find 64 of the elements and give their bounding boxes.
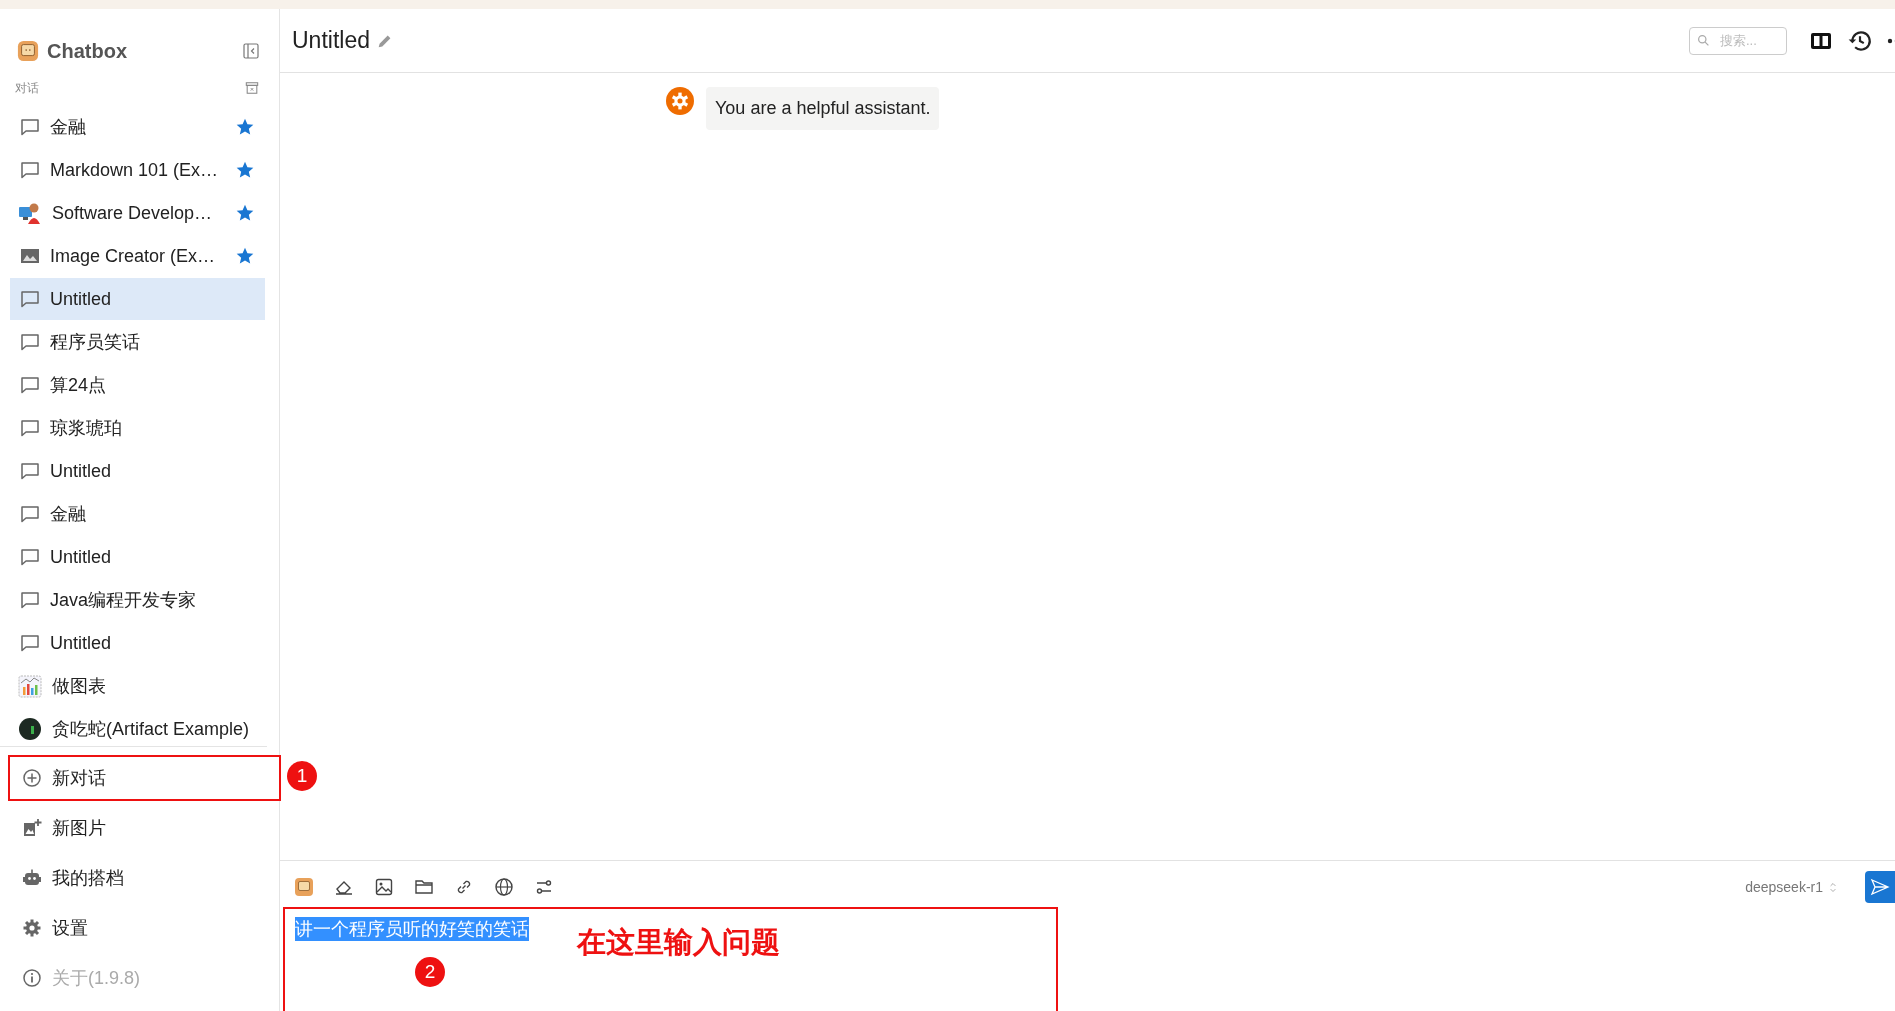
section-label: 对话 (15, 79, 39, 97)
chatbox-logo-icon[interactable] (294, 877, 314, 897)
conversation-title: Untitled (292, 27, 370, 54)
add-image-icon (22, 818, 42, 838)
chat-bubble-icon (20, 590, 40, 610)
send-button[interactable] (1865, 871, 1895, 903)
step-number-marker: 2 (415, 957, 445, 987)
conversation-item[interactable]: 做图表 (10, 665, 265, 707)
annotation-text: 在这里输入问题 (577, 925, 780, 960)
conversation-item[interactable]: 琼浆琥珀 (10, 407, 265, 449)
star-icon[interactable] (235, 160, 255, 180)
conversation-item[interactable]: Untitled (10, 622, 265, 664)
sliders-icon[interactable] (534, 877, 554, 897)
settings-icon (22, 918, 42, 938)
chat-bubble-icon (20, 418, 40, 438)
chatbox-logo-icon (17, 40, 39, 62)
conversation-item[interactable]: 金融 (10, 106, 265, 148)
globe-icon[interactable] (494, 877, 514, 897)
conversation-item[interactable]: 算24点 (10, 364, 265, 406)
image-icon[interactable] (374, 877, 394, 897)
add-circle-icon (22, 768, 42, 788)
model-selector[interactable]: deepseek-r1 (1745, 879, 1823, 895)
collapse-sidebar-icon[interactable] (243, 43, 259, 59)
star-icon[interactable] (235, 246, 255, 266)
chart-icon (18, 674, 42, 698)
chat-bubble-icon (20, 547, 40, 567)
message-bubble: You are a helpful assistant. (706, 87, 940, 130)
star-icon[interactable] (235, 203, 255, 223)
chat-bubble-icon (20, 375, 40, 395)
info-icon (22, 968, 42, 988)
sidebar-action[interactable]: 我的搭档 (8, 855, 281, 901)
step-number-marker: 1 (287, 761, 317, 791)
send-icon (1870, 877, 1890, 897)
conversation-item[interactable]: Java编程开发专家 (10, 579, 265, 621)
sidebar-action[interactable]: 设置 (8, 905, 281, 951)
conversation-item[interactable]: 金融 (10, 493, 265, 535)
chat-bubble-icon (20, 160, 40, 180)
conversation-item[interactable]: Untitled (10, 536, 265, 578)
folder-icon[interactable] (414, 877, 434, 897)
conversation-item[interactable]: Software Develop… (10, 192, 265, 234)
conversation-item[interactable]: 贪吃蛇(Artifact Example) (10, 708, 265, 746)
avatar-icon (18, 717, 42, 741)
star-icon[interactable] (235, 117, 255, 137)
robot-icon (22, 868, 42, 888)
settings-avatar-icon (666, 87, 694, 115)
conversation-item[interactable]: Image Creator (Ex… (10, 235, 265, 277)
archive-icon[interactable] (245, 81, 259, 95)
conversation-item[interactable]: Untitled (10, 450, 265, 492)
chat-bubble-icon (20, 504, 40, 524)
chat-bubble-icon (20, 289, 40, 309)
chat-bubble-icon (20, 117, 40, 137)
conversation-item[interactable]: Untitled (10, 278, 265, 320)
developer-avatar-icon (18, 201, 42, 225)
search-icon (1697, 33, 1710, 47)
chat-bubble-icon (20, 461, 40, 481)
app-name: Chatbox (47, 39, 128, 63)
sidebar-action[interactable]: 新图片 (8, 805, 281, 851)
chat-bubble-icon (20, 633, 40, 653)
search-field[interactable]: 搜索... (1689, 26, 1787, 55)
image-icon (20, 246, 40, 266)
message-input-field[interactable]: 讲一个程序员听的好笑的笑话 在这里输入问题 2 (283, 907, 1058, 1011)
conversation-item[interactable]: 程序员笑话 (10, 321, 265, 363)
conversation-item[interactable]: Markdown 101 (Ex… (10, 149, 265, 191)
chat-bubble-icon (20, 332, 40, 352)
